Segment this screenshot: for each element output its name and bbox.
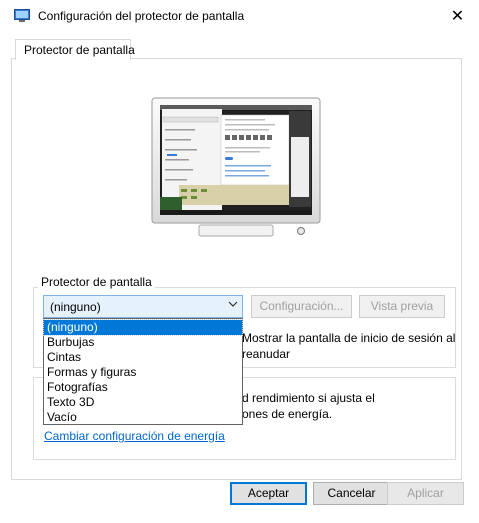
screensaver-select[interactable]: (ninguno) (43, 295, 243, 318)
power-description-line1: d rendimiento si ajusta el (242, 391, 375, 405)
window-title: Configuración del protector de pantalla (38, 9, 245, 23)
dropdown-option[interactable]: Fotografías (44, 380, 242, 395)
show-login-line2: reanudar (242, 347, 291, 361)
cancel-button[interactable]: Cancelar (313, 482, 390, 505)
tab-screensaver[interactable]: Protector de pantalla (15, 39, 135, 60)
dropdown-option[interactable]: Vacío (44, 410, 242, 425)
screensaver-select-value: (ninguno) (50, 300, 101, 314)
settings-button[interactable]: Configuración... (251, 295, 352, 318)
apply-button[interactable]: Aplicar (387, 482, 464, 505)
ok-button[interactable]: Aceptar (230, 482, 307, 505)
dropdown-option[interactable]: Burbujas (44, 335, 242, 350)
show-login-line1: Mostrar la pantalla de inicio de sesión … (242, 331, 456, 345)
screensaver-dropdown-list: (ninguno) Burbujas Cintas Formas y figur… (43, 318, 243, 425)
monitor-preview (151, 97, 321, 242)
dropdown-option[interactable]: Cintas (44, 350, 242, 365)
screensaver-group-label: Protector de pantalla (38, 275, 155, 289)
chevron-down-icon (228, 300, 238, 311)
dropdown-option[interactable]: (ninguno) (43, 319, 243, 336)
dropdown-option[interactable]: Texto 3D (44, 395, 242, 410)
change-power-settings-link[interactable]: Cambiar configuración de energía (44, 429, 225, 443)
display-icon (14, 9, 30, 23)
dropdown-option[interactable]: Formas y figuras (44, 365, 242, 380)
power-description-line2: ones de energía. (242, 407, 333, 421)
close-button[interactable]: ✕ (436, 0, 479, 33)
show-login-checkbox-label[interactable]: Mostrar la pantalla de inicio de sesión … (242, 330, 455, 362)
preview-button[interactable]: Vista previa (359, 295, 445, 318)
tab-label: Protector de pantalla (24, 43, 135, 57)
power-description: d rendimiento si ajusta el ones de energ… (242, 390, 375, 422)
